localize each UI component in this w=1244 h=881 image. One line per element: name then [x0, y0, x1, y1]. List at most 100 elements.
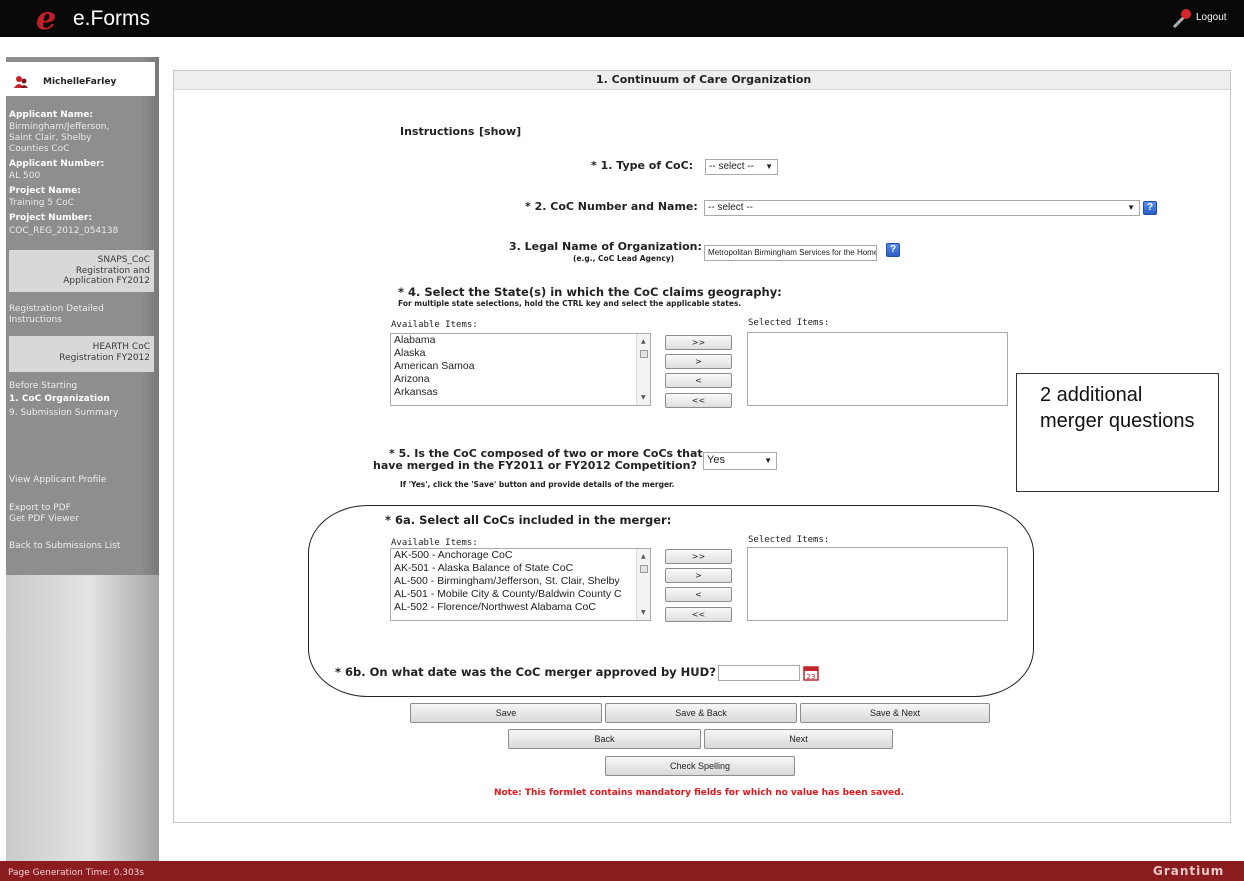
q2-help-icon[interactable]: ? — [1143, 201, 1157, 215]
registration-instructions-line-1[interactable]: Registration Detailed — [9, 304, 104, 315]
save-button[interactable]: Save — [410, 703, 602, 723]
merger-add-button[interactable]: > — [665, 568, 732, 583]
applicant-number-label: Applicant Number: — [9, 159, 105, 169]
logout-icon[interactable] — [1171, 6, 1195, 30]
list-item[interactable]: AK-500 - Anchorage CoC — [391, 549, 650, 562]
states-remove-button[interactable]: < — [665, 373, 732, 388]
chevron-down-icon: ▼ — [764, 456, 772, 465]
applicant-name-label: Applicant Name: — [9, 110, 93, 120]
q6a-selected-label: Selected Items: — [748, 535, 830, 545]
list-item[interactable]: AL-502 - Florence/Northwest Alabama CoC — [391, 601, 650, 614]
project-number: COC_REG_2012_054138 — [9, 226, 119, 236]
coc-type-value: -- select -- — [709, 161, 754, 172]
states-add-all-button[interactable]: >> — [665, 335, 732, 350]
grantium-logo: Grantium — [1153, 864, 1225, 878]
list-item[interactable]: AL-500 - Birmingham/Jefferson, St. Clair… — [391, 575, 650, 588]
merger-cocs-available-list[interactable]: AK-500 - Anchorage CoC AK-501 - Alaska B… — [390, 548, 651, 621]
q3-label: 3. Legal Name of Organization: — [509, 240, 702, 253]
applicant-name-line-3: Counties CoC — [9, 144, 70, 154]
app-title: e.Forms — [73, 7, 151, 30]
q5-label-line-2: have merged in the FY2011 or FY2012 Comp… — [373, 459, 697, 472]
q2-label: * 2. CoC Number and Name: — [525, 200, 698, 213]
nav-submission-summary[interactable]: 9. Submission Summary — [9, 408, 118, 419]
q3-sublabel: (e.g., CoC Lead Agency) — [573, 254, 675, 263]
get-pdf-viewer-link[interactable]: Get PDF Viewer — [9, 514, 79, 525]
snaps-registration-link[interactable]: SNAPS_CoC Registration and Application F… — [9, 250, 154, 292]
list-item[interactable]: Arkansas — [391, 386, 650, 399]
save-back-button[interactable]: Save & Back — [605, 703, 797, 723]
annotation-callout-text: 2 additional merger questions — [1040, 384, 1195, 432]
q4-label: * 4. Select the State(s) in which the Co… — [398, 285, 782, 299]
merged-value: Yes — [707, 454, 725, 466]
list-item[interactable]: Arizona — [391, 373, 650, 386]
legal-name-field[interactable]: Metropolitan Birmingham Services for the… — [704, 245, 877, 261]
project-name: Training 5 CoC — [9, 198, 75, 208]
calendar-day: 23 — [807, 673, 816, 681]
states-add-button[interactable]: > — [665, 354, 732, 369]
registration-instructions-line-2[interactable]: Instructions — [9, 315, 62, 326]
eforms-logo: e — [36, 0, 57, 37]
nav-coc-organization[interactable]: 1. CoC Organization — [9, 394, 110, 405]
page-generation-time: Page Generation Time: 0.303s — [8, 868, 145, 878]
hearth-line-2: Registration FY2012 — [59, 352, 150, 363]
q4-selected-label: Selected Items: — [748, 318, 830, 328]
q1-label: * 1. Type of CoC: — [591, 159, 694, 172]
user-icon — [14, 76, 28, 88]
merger-scrollbar[interactable]: ▲ ▼ — [636, 549, 650, 620]
merged-select[interactable]: Yes ▼ — [703, 452, 777, 470]
user-name: MichelleFarley — [43, 77, 117, 87]
merger-add-all-button[interactable]: >> — [665, 549, 732, 564]
states-available-list[interactable]: Alabama Alaska American Samoa Arizona Ar… — [390, 333, 651, 406]
q6a-label: * 6a. Select all CoCs included in the me… — [385, 513, 672, 527]
merger-remove-button[interactable]: < — [665, 587, 732, 602]
hearth-line-1: HEARTH CoC — [92, 342, 150, 352]
nav-before-starting[interactable]: Before Starting — [9, 381, 77, 392]
panel-title: 1. Continuum of Care Organization — [596, 73, 812, 86]
merger-cocs-selected-list[interactable] — [747, 547, 1008, 621]
check-spelling-button[interactable]: Check Spelling — [605, 756, 795, 776]
top-bar — [0, 0, 1244, 37]
list-item[interactable]: Alaska — [391, 347, 650, 360]
list-item[interactable]: American Samoa — [391, 360, 650, 373]
sidebar-bottom-panel — [6, 575, 159, 861]
q3-help-icon[interactable]: ? — [886, 243, 900, 257]
footer-bar — [0, 861, 1244, 881]
applicant-number: AL 500 — [9, 171, 41, 181]
hearth-registration-link[interactable]: HEARTH CoC Registration FY2012 — [9, 336, 154, 372]
coc-type-select[interactable]: -- select -- ▼ — [705, 159, 778, 175]
applicant-name-line-2: Saint Clair, Shelby — [9, 133, 92, 143]
states-scrollbar[interactable]: ▲ ▼ — [636, 334, 650, 405]
applicant-name-line-1: Birmingham/Jefferson, — [9, 122, 110, 132]
project-name-label: Project Name: — [9, 186, 81, 196]
calendar-icon[interactable]: 23 — [803, 665, 819, 681]
chevron-down-icon: ▼ — [1127, 203, 1135, 212]
export-pdf-link[interactable]: Export to PDF — [9, 503, 71, 514]
view-applicant-profile-link[interactable]: View Applicant Profile — [9, 475, 106, 486]
q6b-label: * 6b. On what date was the CoC merger ap… — [335, 665, 716, 679]
back-to-submissions-link[interactable]: Back to Submissions List — [9, 541, 120, 552]
q5-sublabel: If 'Yes', click the 'Save' button and pr… — [400, 480, 675, 489]
list-item[interactable]: AK-501 - Alaska Balance of State CoC — [391, 562, 650, 575]
snaps-line-3: Application FY2012 — [63, 276, 150, 286]
coc-number-select[interactable]: -- select -- ▼ — [704, 200, 1140, 216]
list-item[interactable]: Alabama — [391, 334, 650, 347]
merger-date-field[interactable] — [718, 665, 800, 681]
instructions-show-link[interactable]: [show] — [479, 125, 521, 138]
q6a-available-label: Available Items: — [391, 538, 478, 548]
save-next-button[interactable]: Save & Next — [800, 703, 990, 723]
q4-sublabel: For multiple state selections, hold the … — [398, 299, 742, 308]
merger-remove-all-button[interactable]: << — [665, 607, 732, 622]
next-button[interactable]: Next — [704, 729, 893, 749]
chevron-down-icon: ▼ — [765, 162, 773, 171]
list-item[interactable]: AL-501 - Mobile City & County/Baldwin Co… — [391, 588, 650, 601]
coc-number-value: -- select -- — [708, 202, 753, 213]
logout-link[interactable]: Logout — [1196, 12, 1227, 23]
q4-available-label: Available Items: — [391, 320, 478, 330]
states-selected-list[interactable] — [747, 332, 1008, 406]
snaps-line-1: SNAPS_CoC — [97, 255, 150, 265]
snaps-line-2: Registration and — [75, 265, 150, 276]
project-number-label: Project Number: — [9, 213, 93, 223]
states-remove-all-button[interactable]: << — [665, 393, 732, 408]
back-button[interactable]: Back — [508, 729, 701, 749]
mandatory-fields-note: Note: This formlet contains mandatory fi… — [493, 788, 905, 798]
